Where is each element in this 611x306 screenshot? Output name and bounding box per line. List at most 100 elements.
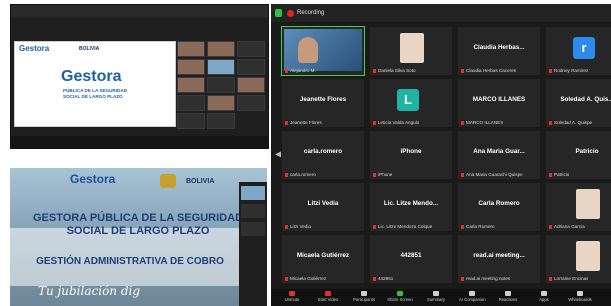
participants-icon xyxy=(361,291,367,296)
participant-tile[interactable]: Patricio Patricio xyxy=(545,130,611,180)
participant-caption: Leticia Valda Angulo xyxy=(373,120,419,125)
participant-caption-text: Adriana Garcia xyxy=(554,224,585,229)
zoom-gallery-window: Recording ◀ Alejandro M. Daniela Silva So… xyxy=(271,4,611,306)
speaker-video xyxy=(284,29,362,71)
participant-thumbnail[interactable] xyxy=(177,77,205,93)
participant-tile[interactable]: L Leticia Valda Angulo xyxy=(369,78,453,128)
participant-tile[interactable]: carla.romero carla.romero xyxy=(281,130,365,180)
participant-tile[interactable]: Ana Maria Guar... Ana Maria Guarachi Quis… xyxy=(457,130,541,180)
participant-caption-text: Rodney Ramirez xyxy=(554,68,589,73)
participant-name: Carla Romero xyxy=(478,200,520,207)
participant-thumbnail[interactable] xyxy=(177,41,205,57)
participant-name: Lic. Litze Mendo... xyxy=(383,200,439,207)
participant-tile[interactable]: Daniela Silva Soto xyxy=(369,26,453,76)
muted-microphone-icon xyxy=(285,224,288,229)
participant-caption-text: Micaela Gutiérrez xyxy=(290,276,326,281)
security-shield-icon[interactable] xyxy=(275,9,282,17)
toolbar-button-label: Start Video xyxy=(317,297,339,302)
participant-tile[interactable]: read.ai meeting... read.ai meeting notes xyxy=(457,234,541,284)
participant-tile[interactable]: MARCO ILLANES MARCO ILLANES xyxy=(457,78,541,128)
participant-tile[interactable]: 442851 442851 xyxy=(369,234,453,284)
participant-thumbnail[interactable] xyxy=(177,113,205,129)
participant-thumbnail[interactable] xyxy=(241,186,265,200)
participant-name: Patricio xyxy=(575,148,599,155)
apps-button[interactable]: Apps xyxy=(531,291,557,302)
apps-icon xyxy=(541,291,547,296)
coat-of-arms-icon xyxy=(160,174,176,188)
participant-thumbnail[interactable] xyxy=(237,59,265,75)
unmute-button[interactable]: Unmute xyxy=(279,291,305,302)
reactions-button[interactable]: Reactions xyxy=(495,291,521,302)
participant-sidebar xyxy=(239,182,267,306)
gestora-logo: Gestora xyxy=(61,68,122,85)
participant-caption: Alejandro M. xyxy=(285,68,316,73)
participant-caption: Daniela Silva Soto xyxy=(373,68,416,73)
start-video-button[interactable]: Start Video xyxy=(315,291,341,302)
muted-microphone-icon xyxy=(461,120,464,125)
summary-button[interactable]: Summary xyxy=(423,291,449,302)
participant-tile[interactable]: Lic. Litze Mendo... Lic. Litze Mendoza Co… xyxy=(369,182,453,232)
muted-microphone-icon xyxy=(373,224,376,229)
participant-caption-text: read.ai meeting notes xyxy=(466,276,511,281)
participant-name: Micaela Gutiérrez xyxy=(296,252,350,259)
avatar-letter: L xyxy=(397,89,419,111)
participant-thumbnail[interactable] xyxy=(237,41,265,57)
ai-companion-icon xyxy=(469,291,475,296)
presentation-slide: Gestora BOLIVIA Gestora PÚBLICA DE LA SE… xyxy=(14,41,176,127)
profile-photo xyxy=(576,241,600,271)
participant-caption: Adriana Garcia xyxy=(549,224,585,229)
participant-thumbnail[interactable] xyxy=(207,113,235,129)
bolivia-label: BOLIVIA xyxy=(79,46,100,52)
toolbar-button-label: Participants xyxy=(353,297,375,302)
participant-tile[interactable]: Micaela Gutiérrez Micaela Gutiérrez xyxy=(281,234,365,284)
participant-tile[interactable]: Jeanette Flores Jeanette Flores xyxy=(281,78,365,128)
participant-thumbnail[interactable] xyxy=(237,77,265,93)
participant-thumbnail[interactable] xyxy=(177,59,205,75)
participant-caption: Carla Romero xyxy=(461,224,495,229)
participant-caption-text: Lorraine Encinas xyxy=(554,276,589,281)
participant-thumbnail[interactable] xyxy=(207,77,235,93)
participant-tile[interactable]: r Rodney Ramirez xyxy=(545,26,611,76)
participant-tile[interactable]: Carla Romero Carla Romero xyxy=(457,182,541,232)
participant-tile[interactable]: Claudia Herbas... Claudia Herbas Caceres xyxy=(457,26,541,76)
toolbar-button-label: Whiteboards xyxy=(568,297,592,302)
participant-thumbnail[interactable] xyxy=(241,204,265,218)
slide-tagline: Tu jubilación dig xyxy=(38,284,141,298)
participant-caption: Ana Maria Guarachi Quispe xyxy=(461,172,523,177)
participant-thumbnail[interactable] xyxy=(177,95,205,111)
participant-tile[interactable]: Soledad A. Quis... Soledad A. Quispe xyxy=(545,78,611,128)
muted-microphone-icon xyxy=(461,172,464,177)
ai-companion-button[interactable]: AI Companion xyxy=(459,291,486,302)
participants-button[interactable]: Participants xyxy=(351,291,377,302)
profile-photo xyxy=(400,33,424,63)
participant-thumbnail[interactable] xyxy=(241,222,265,236)
participant-thumbnail[interactable] xyxy=(207,41,235,57)
participant-thumbnail[interactable] xyxy=(207,95,235,111)
participant-tile[interactable]: Adriana Garcia xyxy=(545,182,611,232)
participant-tile[interactable]: Lorraine Encinas xyxy=(545,234,611,284)
participant-tile[interactable]: Litzi Vedia Litzi Vedia xyxy=(281,182,365,232)
participant-caption-text: MARCO ILLANES xyxy=(466,120,504,125)
participant-caption-text: 442851 xyxy=(378,276,394,281)
toolbar-button-label: Reactions xyxy=(498,297,518,302)
recording-label: Recording xyxy=(297,10,325,16)
participant-tile[interactable]: iPhone iPhone xyxy=(369,130,453,180)
participant-name: Soledad A. Quis... xyxy=(560,96,611,103)
participant-thumbnail[interactable] xyxy=(207,59,235,75)
shared-screen-window-top: Gestora BOLIVIA Gestora PÚBLICA DE LA SE… xyxy=(10,4,269,149)
profile-photo xyxy=(576,189,600,219)
muted-microphone-icon xyxy=(373,68,376,73)
participant-name: 442851 xyxy=(400,252,422,259)
participant-caption: MARCO ILLANES xyxy=(461,120,503,125)
whiteboards-button[interactable]: Whiteboards xyxy=(567,291,593,302)
muted-microphone-icon xyxy=(285,120,288,125)
muted-microphone-icon xyxy=(461,276,464,281)
window-titlebar xyxy=(11,5,268,17)
recording-indicator[interactable]: Recording xyxy=(287,7,324,19)
participant-caption: Micaela Gutiérrez xyxy=(285,276,326,281)
share-screen-button[interactable]: Share Screen xyxy=(387,291,413,302)
participant-tile[interactable]: Alejandro M. xyxy=(281,26,365,76)
muted-microphone-icon xyxy=(373,120,376,125)
avatar-letter: r xyxy=(573,37,595,59)
participant-thumbnail[interactable] xyxy=(237,95,265,111)
